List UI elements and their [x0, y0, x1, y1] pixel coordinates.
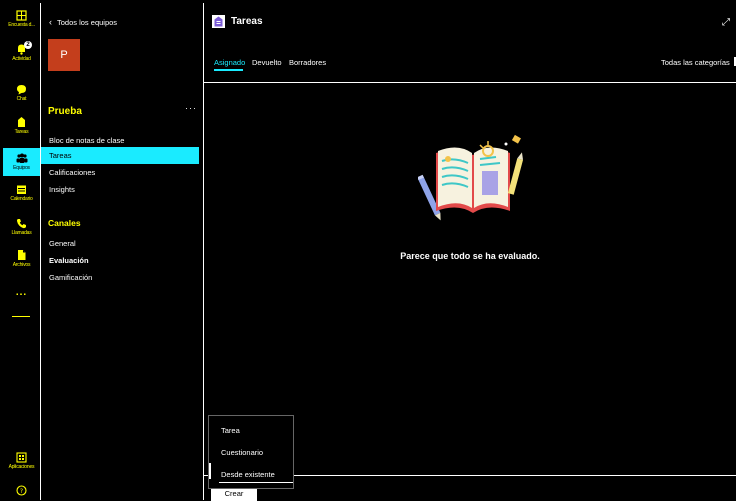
- assignments-icon: [16, 116, 28, 128]
- rail-divider: [12, 316, 30, 317]
- rail-label-poll: Encuesta d...: [8, 22, 35, 28]
- menu-item-tarea[interactable]: Tarea: [221, 426, 240, 435]
- rail-item-calls[interactable]: Llamadas: [3, 217, 40, 245]
- activity-badge: 2: [24, 41, 32, 49]
- empty-state-illustration: [417, 131, 528, 226]
- calendar-icon: [16, 183, 28, 195]
- rail-item-activity[interactable]: 2 Actividad: [3, 41, 40, 71]
- rail-label-calendar: Calendario: [10, 196, 33, 202]
- menu-focus-underline: [219, 482, 293, 483]
- app-window: Encuesta d... 2 Actividad Chat Tareas Eq…: [0, 0, 736, 503]
- rail-label-chat: Chat: [16, 96, 27, 102]
- tab-devuelto[interactable]: Devuelto: [252, 58, 282, 67]
- chat-icon: [16, 83, 28, 95]
- empty-state-message: Parece que todo se ha evaluado.: [400, 251, 540, 261]
- rail-label-assignments: Tareas: [14, 129, 29, 135]
- channel-gamificacion[interactable]: Gamificación: [41, 269, 199, 286]
- more-apps-label: ...: [15, 287, 28, 298]
- nav-item-insights[interactable]: Insights: [41, 181, 199, 198]
- channel-evaluacion[interactable]: Evaluación: [41, 252, 199, 269]
- rail-label-calls: Llamadas: [11, 230, 32, 236]
- rail-item-calendar[interactable]: Calendario: [3, 183, 40, 211]
- chevron-left-icon: ‹: [49, 17, 52, 27]
- rail-more-button[interactable]: ...: [3, 287, 40, 304]
- category-filter-dropdown[interactable]: Todas las categorías: [661, 58, 730, 67]
- svg-text:?: ?: [20, 488, 23, 495]
- header-divider: [204, 82, 736, 83]
- rail-item-teams[interactable]: Equipos: [3, 148, 40, 176]
- rail-label-apps: Aplicaciones: [8, 464, 35, 470]
- rail-label-files: Archivos: [12, 262, 31, 268]
- help-button[interactable]: ?: [3, 484, 40, 498]
- active-tab-indicator: [214, 69, 243, 71]
- nav-item-grades[interactable]: Calificaciones: [41, 164, 199, 181]
- expand-icon[interactable]: ⤢: [722, 17, 730, 28]
- team-avatar: P: [48, 39, 80, 71]
- help-icon: ?: [16, 484, 28, 496]
- team-name: Prueba: [48, 106, 82, 117]
- create-menu: Tarea Cuestionario Desde existente: [208, 415, 294, 489]
- rail-item-apps[interactable]: Aplicaciones: [3, 451, 40, 477]
- team-panel: ‹ Todos los equipos P Prueba ··· Bloc de…: [41, 3, 204, 500]
- rail-item-poll[interactable]: Encuesta d...: [3, 9, 40, 37]
- page-title: Tareas: [231, 16, 263, 27]
- main-content: Tareas ⤢ Asignado Devuelto Borradores To…: [204, 3, 736, 503]
- nav-item-assignments[interactable]: Tareas: [41, 147, 199, 164]
- tab-borradores[interactable]: Borradores: [289, 58, 326, 67]
- rail-item-chat[interactable]: Chat: [3, 83, 40, 109]
- team-more-options-button[interactable]: ···: [185, 103, 197, 113]
- teams-icon: [16, 152, 28, 164]
- back-label: Todos los equipos: [57, 17, 118, 27]
- poll-icon: [16, 9, 28, 21]
- channel-general[interactable]: General: [41, 235, 199, 252]
- back-to-teams-link[interactable]: ‹ Todos los equipos: [49, 17, 117, 27]
- tab-asignado[interactable]: Asignado: [214, 58, 245, 67]
- rail-label-teams: Equipos: [13, 165, 30, 171]
- rail-label-activity: Actividad: [12, 56, 31, 62]
- menu-item-desde-existente[interactable]: Desde existente: [221, 470, 275, 479]
- menu-item-cuestionario[interactable]: Cuestionario: [221, 448, 263, 457]
- assignments-app-icon: [212, 15, 225, 28]
- menu-focus-indicator: [209, 463, 211, 479]
- file-icon: [16, 249, 28, 261]
- rail-item-files[interactable]: Archivos: [3, 249, 40, 277]
- apps-icon: [16, 451, 28, 463]
- phone-icon: [16, 217, 28, 229]
- channels-heading: Canales: [48, 218, 81, 228]
- app-rail: Encuesta d... 2 Actividad Chat Tareas Eq…: [3, 3, 41, 500]
- rail-item-assignments[interactable]: Tareas: [3, 116, 40, 142]
